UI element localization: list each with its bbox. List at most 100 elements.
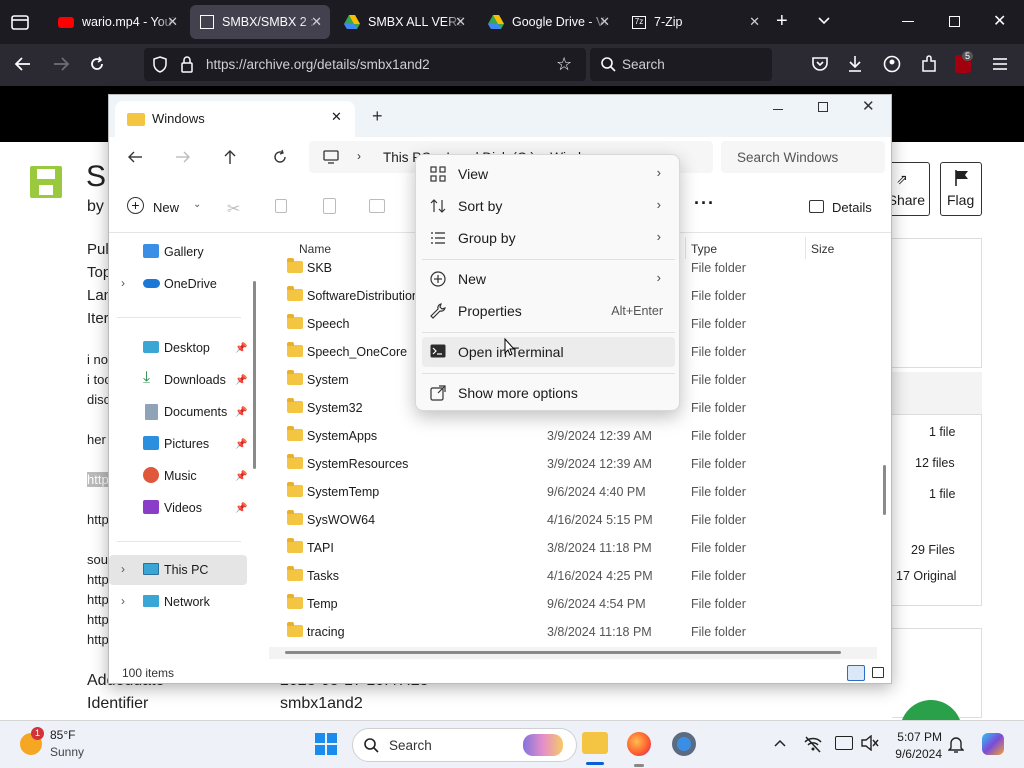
shield-icon[interactable] (152, 56, 168, 73)
file-count[interactable]: 29 Files (911, 543, 955, 557)
browser-tab[interactable]: Google Drive - Virus ✕ (478, 5, 618, 39)
cut-icon[interactable]: ✂ (227, 199, 240, 219)
description-link[interactable]: http (87, 632, 109, 647)
minimize-icon[interactable] (902, 21, 914, 22)
description-link[interactable]: http (87, 512, 109, 527)
nav-item-pictures[interactable]: Pictures 📌 (109, 429, 249, 459)
refresh-icon[interactable] (272, 149, 288, 165)
notification-bell-icon[interactable] (948, 735, 964, 753)
tiles-view-icon[interactable] (872, 667, 884, 678)
up-arrow-icon[interactable] (223, 149, 237, 165)
description-link[interactable]: http (87, 472, 109, 487)
menu-item-group-by[interactable]: Group by › (422, 223, 675, 253)
file-row[interactable]: SysWOW64 4/16/2024 5:15 PM File folder (281, 506, 881, 534)
minimize-icon[interactable] (773, 109, 783, 110)
close-icon[interactable]: ✕ (455, 14, 466, 30)
browser-tab[interactable]: SMBX/SMBX 2 : Free ✕ (190, 5, 330, 39)
clock-date[interactable]: 9/6/2024 (890, 747, 942, 761)
file-count[interactable]: 12 files (915, 456, 955, 470)
explorer-tab[interactable]: Windows ✕ (115, 101, 355, 137)
menu-item-show-more-options[interactable]: Show more options (422, 378, 675, 408)
details-view-icon[interactable] (847, 665, 865, 681)
file-row[interactable]: SystemResources 3/9/2024 12:39 AM File fol… (281, 450, 881, 478)
url-text[interactable]: https://archive.org/details/smbx1and2 (206, 57, 430, 72)
forward-arrow-icon[interactable] (175, 150, 191, 164)
file-row[interactable]: SystemApps 3/9/2024 12:39 AM File folder (281, 422, 881, 450)
chevron-right-icon[interactable]: › (357, 149, 361, 163)
description-link[interactable]: http (87, 592, 109, 607)
copy-icon[interactable] (275, 199, 287, 213)
file-count[interactable]: 1 file (929, 487, 955, 501)
close-icon[interactable]: ✕ (749, 14, 760, 30)
more-options-icon[interactable]: ··· (694, 193, 715, 214)
network-tray-icon[interactable] (803, 735, 823, 753)
pin-icon[interactable]: 📌 (235, 343, 247, 354)
description-link[interactable]: http (87, 572, 109, 587)
clock-time[interactable]: 5:07 PM (896, 730, 942, 744)
paste-icon[interactable] (323, 198, 336, 214)
back-arrow-icon[interactable] (127, 150, 143, 164)
restore-icon[interactable] (949, 16, 960, 27)
new-tab-icon[interactable]: + (372, 106, 383, 127)
forward-arrow-icon[interactable] (52, 56, 70, 72)
close-icon[interactable]: ✕ (167, 14, 178, 30)
file-explorer-taskbar-icon[interactable] (582, 732, 608, 754)
close-icon[interactable]: ✕ (993, 11, 1006, 31)
menu-item-sort-by[interactable]: Sort by › (422, 191, 675, 221)
file-count[interactable]: 17 Original (896, 569, 956, 583)
close-icon[interactable]: ✕ (311, 14, 322, 30)
pin-icon[interactable]: 📌 (235, 471, 247, 482)
nav-item-onedrive[interactable]: › OneDrive (109, 269, 249, 299)
menu-item-new[interactable]: New › (422, 264, 675, 294)
url-bar[interactable]: https://archive.org/details/smbx1and2 ☆ (144, 48, 586, 81)
nav-item-documents[interactable]: Documents 📌 (109, 397, 249, 427)
file-row[interactable]: tracing 3/8/2024 11:18 PM File folder (281, 618, 881, 646)
taskbar-search-box[interactable]: Search (352, 728, 577, 762)
file-row[interactable]: TAPI 3/8/2024 11:18 PM File folder (281, 534, 881, 562)
maximize-icon[interactable] (818, 102, 828, 112)
pin-icon[interactable]: 📌 (235, 439, 247, 450)
pocket-icon[interactable] (811, 56, 829, 72)
download-icon[interactable] (847, 55, 863, 73)
nav-item-music[interactable]: Music 📌 (109, 461, 249, 491)
menu-item-view[interactable]: View › (422, 159, 675, 189)
menu-icon[interactable] (992, 57, 1008, 71)
explorer-search-box[interactable]: Search Windows (721, 141, 885, 173)
file-row[interactable]: Tasks 4/16/2024 4:25 PM File folder (281, 562, 881, 590)
flag-button[interactable]: Flag (940, 162, 982, 216)
pin-icon[interactable]: 📌 (235, 503, 247, 514)
chevron-up-icon[interactable] (773, 738, 787, 748)
copilot-icon[interactable] (982, 733, 1004, 755)
horizontal-scrollbar-thumb[interactable] (285, 651, 841, 654)
chevron-right-icon[interactable]: › (121, 562, 125, 576)
nav-item-this-pc[interactable]: › This PC (109, 555, 247, 585)
share-button[interactable]: ⇗ Share (886, 162, 930, 216)
nav-scrollbar[interactable] (253, 281, 256, 469)
nav-item-videos[interactable]: Videos 📌 (109, 493, 249, 523)
extensions-icon[interactable] (920, 55, 938, 73)
close-icon[interactable]: ✕ (331, 109, 342, 125)
close-icon[interactable]: ✕ (599, 14, 610, 30)
description-link[interactable]: http (87, 612, 109, 627)
vertical-scrollbar[interactable] (883, 465, 886, 515)
close-icon[interactable]: ✕ (862, 97, 875, 115)
new-tab-icon[interactable]: + (776, 10, 788, 33)
chevron-down-icon[interactable] (816, 12, 832, 28)
lock-icon[interactable] (180, 56, 194, 73)
file-row[interactable]: SystemTemp 9/6/2024 4:40 PM File folder (281, 478, 881, 506)
menu-item-properties[interactable]: Properties Alt+Enter (422, 296, 675, 326)
nav-item-gallery[interactable]: Gallery (109, 237, 249, 267)
reload-icon[interactable] (88, 55, 106, 73)
start-button[interactable] (315, 733, 337, 755)
tab-list-icon[interactable] (10, 12, 30, 32)
browser-tab[interactable]: SMBX ALL VERSIONS ✕ (334, 5, 474, 39)
menu-item-open-in-terminal[interactable]: Open in Terminal (422, 337, 675, 367)
file-count[interactable]: 1 file (929, 425, 955, 439)
chevron-right-icon[interactable]: › (121, 594, 125, 608)
nav-item-downloads[interactable]: ⤓ Downloads 📌 (109, 365, 249, 395)
firefox-taskbar-icon[interactable] (627, 732, 651, 756)
pin-icon[interactable]: 📌 (235, 407, 247, 418)
nav-item-network[interactable]: › Network (109, 587, 249, 617)
file-row[interactable]: Temp 9/6/2024 4:54 PM File folder (281, 590, 881, 618)
weather-widget[interactable]: 1 85°F Sunny (18, 727, 108, 763)
